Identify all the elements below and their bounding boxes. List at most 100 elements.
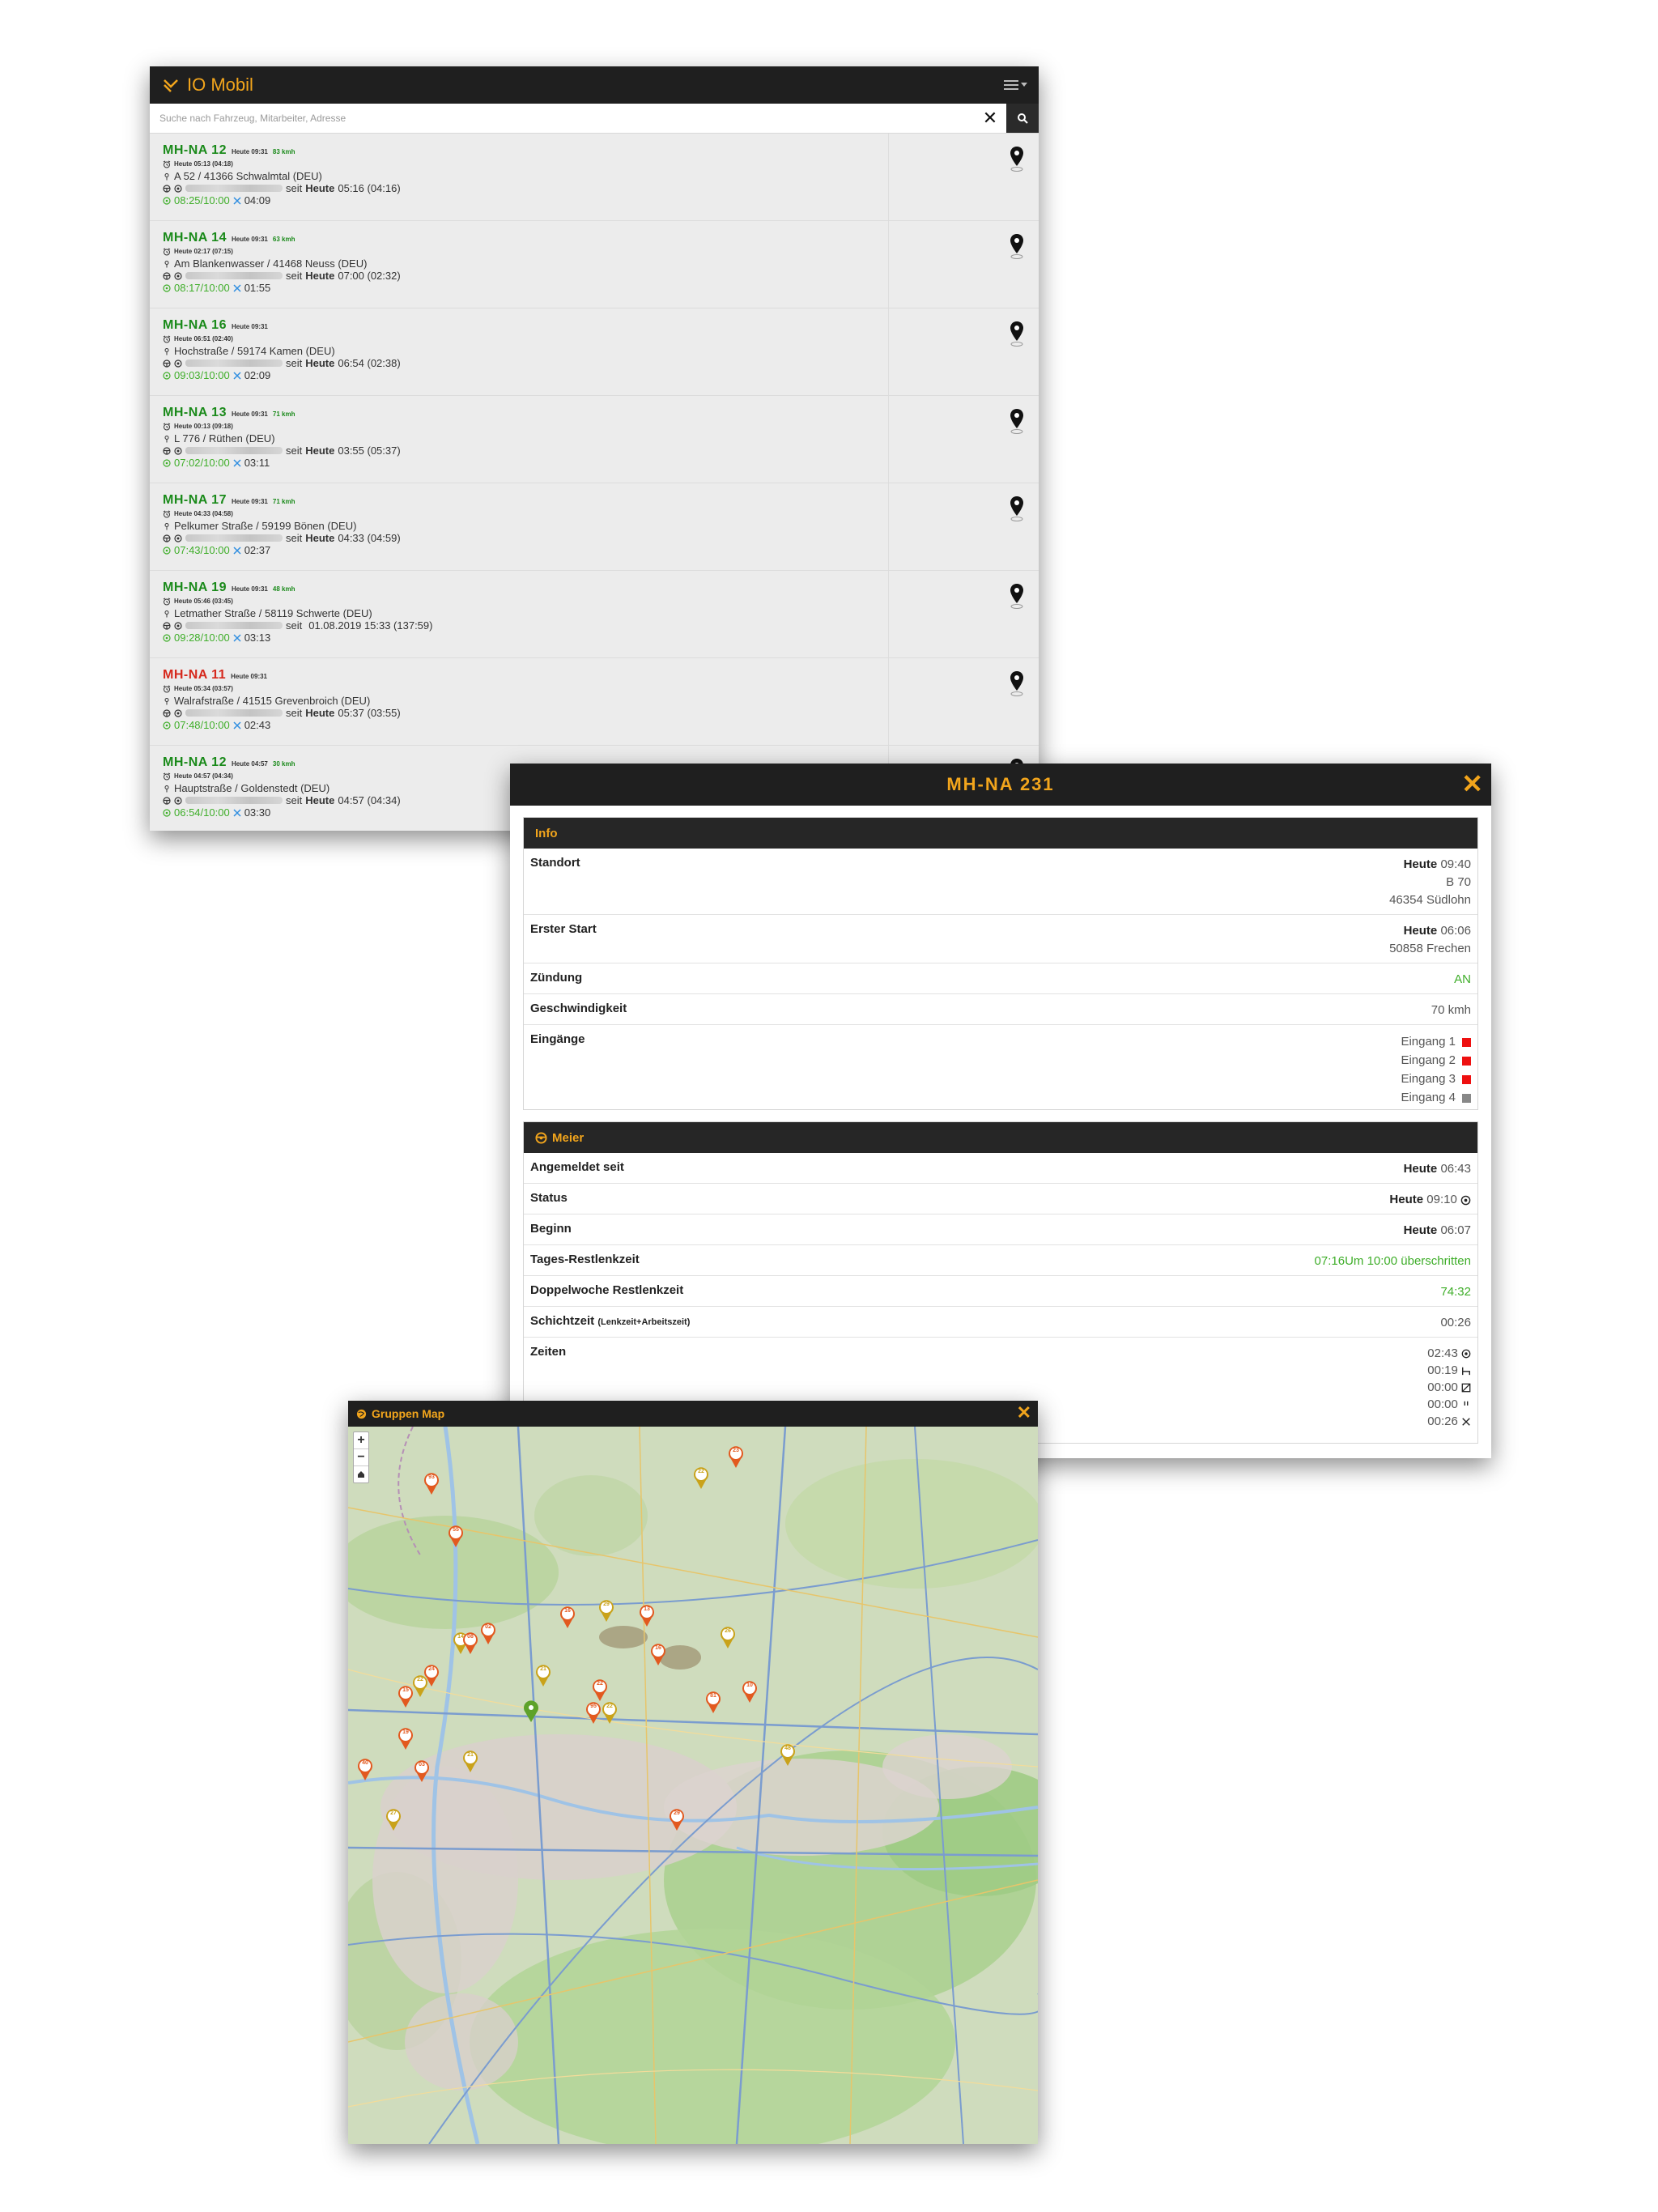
times-line: 09:03/10:00 02:09 [163,369,1039,381]
vehicle-marker[interactable]: 55 [447,1524,465,1548]
clear-search-button[interactable]: ✕ [974,104,1006,133]
start-time: Heute 02:17 (07:15) [174,248,233,255]
alarm-clock-icon [163,772,171,780]
vehicle-marker[interactable]: 08 [461,1631,479,1655]
eingaenge-value: Eingang 1 Eingang 2 Eingang 3 Eingang 4 [1401,1032,1471,1104]
marker-label: 29 [603,1602,610,1607]
marker-label: 48 [784,1746,791,1751]
location-pin-icon [164,347,169,355]
marker-label: 22 [606,1704,613,1709]
vehicle-marker[interactable]: 27 [385,1807,402,1831]
address-line: Letmather Straße / 58119 Schwerte (DEU) [163,607,1039,619]
work-icon [1462,1418,1470,1426]
vehicle-row[interactable]: MH-NA 14 Heute 09:31 63 kmh Heute 02:17 … [150,221,1039,308]
detail-header: MH-NA 231 ✕ [510,764,1491,806]
menu-button[interactable] [1004,79,1027,91]
show-on-map-icon[interactable] [1008,582,1026,610]
address-line: A 52 / 41366 Schwalmtal (DEU) [163,170,1039,182]
vehicle-marker[interactable]: 03 [413,1759,431,1783]
vehicle-marker[interactable]: 93 [423,1471,440,1495]
vehicle-marker[interactable]: 26 [719,1625,737,1649]
vehicle-marker[interactable]: 15 [397,1684,414,1708]
zoom-out-button[interactable]: − [354,1449,368,1466]
times-line: 08:17/10:00 01:55 [163,282,1039,294]
work-time: 03:13 [244,632,271,644]
show-on-map-icon[interactable] [1008,407,1026,435]
search-button[interactable] [1006,104,1039,133]
since-time: 03:55 (05:37) [338,445,401,457]
drive-time: 06:54/10:00 [174,806,230,819]
driver-section-header: Meier [524,1122,1477,1153]
vehicle-marker[interactable]: 21 [534,1663,552,1687]
vehicle-marker[interactable]: 16 [649,1642,667,1666]
home-button[interactable] [354,1466,368,1482]
since-day: Heute [305,182,335,194]
vehicle-marker[interactable]: 02 [479,1621,497,1645]
show-on-map-icon[interactable] [1008,670,1026,697]
vehicle-marker[interactable]: 13 [638,1603,656,1627]
vehicle-marker[interactable]: 48 [779,1742,797,1767]
map-canvas[interactable]: + − 93 22 23 16 29 13 16 26 02 14 08 24 22 15 19 21 22 22… [348,1427,1038,2144]
schichtzeit-value: 00:26 [1440,1316,1471,1329]
beginn-value: Heute 06:07 [1403,1223,1471,1237]
since-label: seit [286,182,303,194]
vehicle-marker[interactable]: 22 [692,1465,710,1490]
vehicle-row[interactable]: MH-NA 13 Heute 09:31 71 kmh Heute 00:13 … [150,396,1039,483]
driving-status-icon [174,271,182,280]
close-detail-button[interactable]: ✕ [1461,771,1483,797]
show-on-map-icon[interactable] [1008,320,1026,347]
vehicle-marker[interactable]: 29 [597,1598,615,1623]
erster-start-label: Erster Start [530,922,597,936]
vehicle-row[interactable]: MH-NA 16 Heute 09:31 Heute 06:51 (02:40)… [150,308,1039,396]
vehicle-marker[interactable]: 10 [741,1679,759,1704]
address-line: Walrafstraße / 41515 Grevenbroich (DEU) [163,695,1039,707]
show-on-map-icon[interactable] [1008,495,1026,522]
vehicle-row[interactable]: MH-NA 19 Heute 09:31 48 kmh Heute 05:46 … [150,571,1039,658]
standort-value: Heute 09:40 B 70 46354 Südlohn [1389,857,1471,907]
driver-line: seit Heute 03:55 (05:37) [163,445,1039,457]
vehicle-speed: 30 kmh [272,760,295,768]
show-on-map-icon[interactable] [1008,232,1026,260]
forest-area [534,1475,648,1556]
vehicle-marker[interactable]: 95 [585,1700,602,1725]
vehicle-marker[interactable]: 22 [591,1678,609,1702]
show-on-map-icon[interactable] [1008,145,1026,172]
start-time: Heute 05:13 (04:18) [174,160,233,168]
zoom-in-button[interactable]: + [354,1432,368,1449]
logo-icon [164,79,178,92]
vehicle-marker[interactable]: 19 [397,1726,414,1750]
drive-time: 08:25/10:00 [174,194,230,206]
marker-label: 93 [428,1474,435,1480]
vehicle-marker[interactable]: 40 [356,1757,374,1781]
vehicle-marker[interactable]: 21 [461,1749,479,1773]
vehicle-marker[interactable]: 29 [668,1807,686,1831]
app-topbar: IO Mobil [150,66,1039,104]
last-update: Heute 09:31 [231,236,268,243]
search-input[interactable] [150,104,974,133]
vehicle-marker[interactable]: 23 [727,1444,745,1469]
tages-restlenkzeit-row: Tages-Restlenkzeit 07:16Um 10:00 übersch… [524,1245,1477,1276]
vehicle-row[interactable]: MH-NA 11 Heute 09:31 Heute 05:34 (03:57)… [150,658,1039,746]
since-label: seit [286,357,303,369]
input-3-indicator [1462,1074,1471,1084]
globe-icon [356,1409,367,1419]
location-pin-icon [164,785,169,792]
driver-line: seit Heute 05:16 (04:16) [163,182,1039,194]
vehicle-row[interactable]: MH-NA 12 Heute 09:31 83 kmh Heute 05:13 … [150,134,1039,221]
home-icon [358,1471,364,1478]
drive-time-icon [163,808,171,817]
selected-vehicle-marker[interactable] [522,1699,540,1723]
address-line: Pelkumer Straße / 59199 Bönen (DEU) [163,520,1039,532]
vehicle-marker[interactable]: 22 [601,1700,619,1725]
marker-label: 24 [428,1666,435,1672]
vehicle-marker[interactable]: 16 [559,1605,576,1629]
caret-down-icon [1021,83,1027,87]
availability-icon [1461,1383,1471,1393]
drive-time: 07:02/10:00 [174,457,230,469]
vehicle-marker[interactable]: 81 [704,1690,722,1714]
vehicle-row[interactable]: MH-NA 17 Heute 09:31 71 kmh Heute 04:33 … [150,483,1039,571]
close-map-button[interactable]: ✕ [1017,1402,1031,1423]
vehicle-speed: 71 kmh [272,498,295,505]
marker-label: 16 [655,1645,661,1651]
start-time: Heute 06:51 (02:40) [174,335,233,342]
